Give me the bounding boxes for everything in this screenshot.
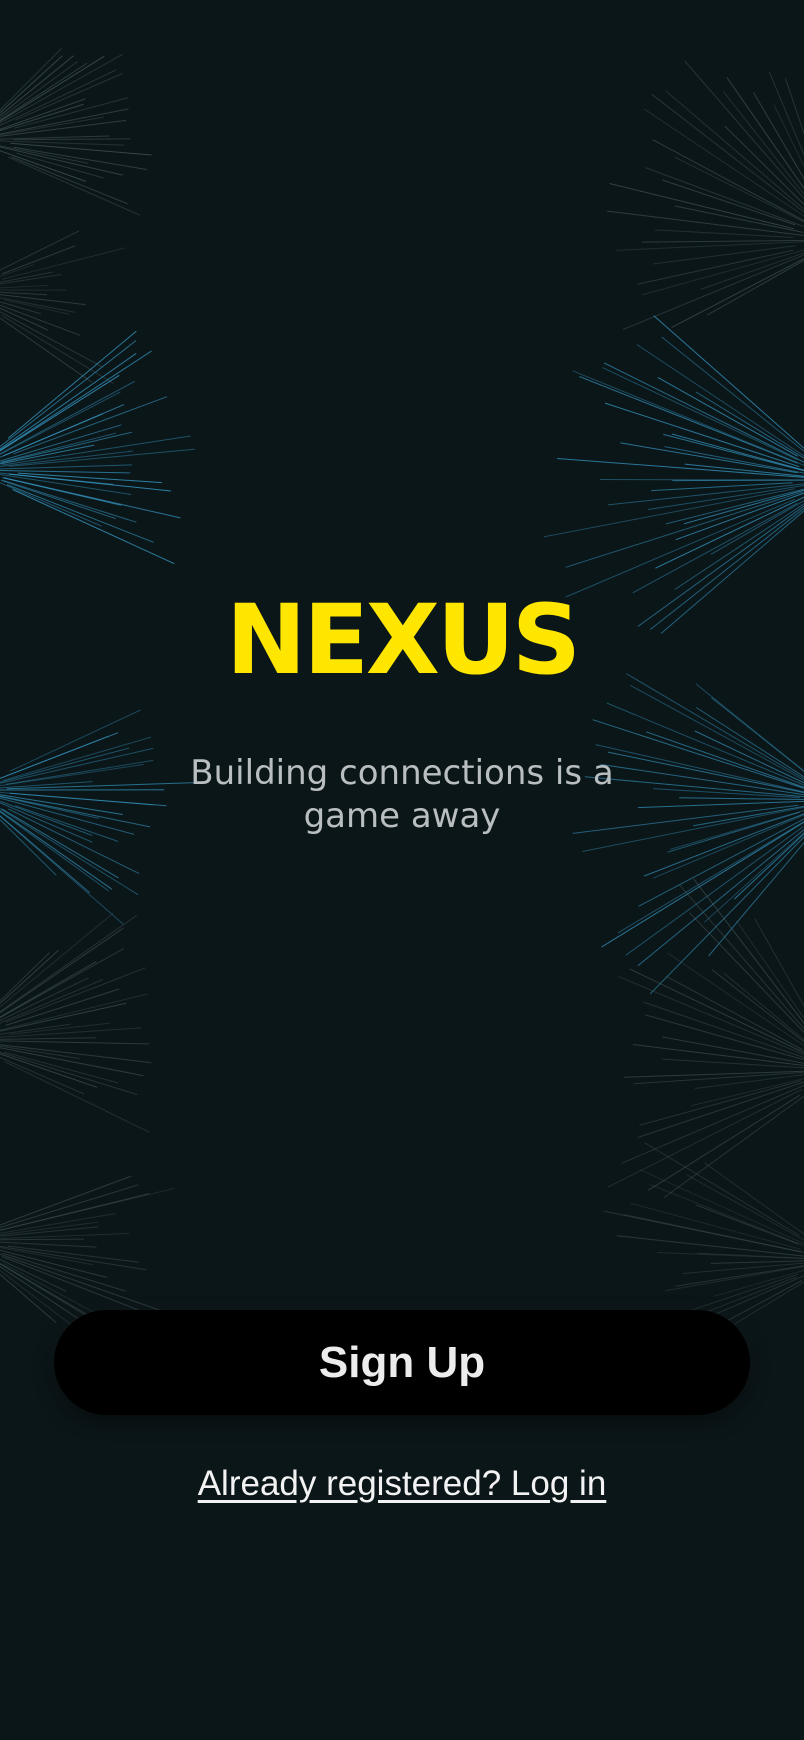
decorative-line — [638, 818, 804, 907]
decorative-line — [653, 814, 804, 879]
decorative-line — [636, 344, 804, 457]
decorative-line — [625, 826, 804, 956]
decorative-line — [637, 800, 804, 809]
decorative-line — [651, 482, 793, 492]
decorative-line — [0, 294, 86, 306]
decorative-line — [1, 247, 126, 280]
decorative-line — [0, 815, 91, 894]
decorative-line — [0, 291, 48, 296]
decorative-line — [784, 78, 804, 135]
decorative-line — [0, 352, 137, 450]
decorative-line — [7, 1245, 140, 1263]
decorative-line — [0, 1040, 150, 1045]
decorative-line — [0, 949, 59, 1005]
decorative-line — [649, 836, 804, 995]
decorative-line — [621, 1084, 804, 1164]
decorative-line — [664, 1095, 804, 1198]
decorative-line — [543, 488, 795, 538]
decorative-line — [639, 1080, 802, 1126]
app-logo: NEXUS — [225, 584, 581, 696]
decorative-line — [753, 92, 804, 180]
decorative-line — [0, 1002, 127, 1032]
decorative-line — [8, 448, 195, 467]
decorative-line — [649, 1183, 804, 1247]
decorative-line — [632, 502, 798, 594]
decorative-line — [0, 391, 121, 456]
decorative-line — [12, 489, 175, 565]
decorative-line — [565, 491, 804, 568]
decorative-line — [16, 152, 104, 179]
decorative-line — [1, 1255, 150, 1315]
decorative-line — [0, 732, 119, 779]
decorative-line — [607, 1089, 802, 1188]
decorative-line — [17, 472, 162, 484]
decorative-line — [632, 1044, 804, 1067]
decorative-line — [695, 1204, 799, 1245]
sign-up-button[interactable]: Sign Up — [54, 1310, 750, 1415]
decorative-line — [5, 759, 154, 785]
decorative-line — [654, 229, 794, 238]
decorative-line — [0, 48, 62, 111]
decorative-line — [1, 314, 114, 384]
decorative-line — [639, 1168, 804, 1245]
decorative-line — [662, 1058, 804, 1069]
decorative-line — [679, 797, 804, 800]
decorative-line — [0, 1056, 85, 1095]
decorative-line — [7, 156, 140, 216]
decorative-line — [630, 684, 804, 781]
decorative-line — [0, 747, 154, 784]
decorative-line — [637, 249, 794, 285]
decorative-line — [9, 1022, 111, 1035]
decorative-line — [603, 362, 804, 463]
decorative-line — [0, 927, 124, 1014]
decorative-line — [723, 973, 804, 1041]
decorative-line — [675, 1265, 804, 1287]
decorative-line — [684, 60, 804, 200]
decorative-line — [599, 479, 804, 481]
decorative-line — [0, 1238, 85, 1241]
decorative-line — [0, 304, 81, 336]
decorative-line — [0, 1241, 97, 1248]
decorative-line — [694, 730, 804, 784]
decorative-line — [0, 1175, 132, 1226]
decorative-line — [7, 330, 137, 439]
decorative-line — [0, 284, 49, 289]
decorative-line — [0, 1187, 175, 1231]
decorative-line — [0, 1037, 97, 1040]
decorative-line — [11, 156, 128, 205]
tagline: Building connections is a game away — [190, 753, 614, 836]
decorative-line — [643, 1001, 804, 1059]
decorative-line — [662, 179, 796, 226]
decorative-line — [13, 138, 131, 141]
decorative-line — [0, 470, 131, 474]
decorative-line — [710, 1260, 804, 1264]
decorative-line — [6, 484, 154, 543]
decorative-line — [637, 828, 804, 967]
decorative-line — [0, 311, 104, 368]
decorative-line — [629, 968, 804, 1054]
decorative-line — [644, 1142, 800, 1237]
login-link[interactable]: Already registered? Log in — [0, 1460, 804, 1508]
decorative-line — [10, 142, 152, 156]
decorative-line — [657, 376, 798, 457]
welcome-screen: NEXUS Building connections is a game awa… — [0, 0, 804, 1740]
decorative-line — [622, 254, 804, 330]
decorative-line — [602, 367, 798, 461]
decorative-line — [5, 988, 120, 1026]
decorative-line — [0, 948, 125, 1019]
decorative-line — [754, 918, 804, 1008]
decorative-line — [768, 71, 804, 156]
decorative-line — [641, 239, 804, 243]
decorative-line — [0, 482, 102, 527]
decorative-line — [0, 146, 124, 176]
